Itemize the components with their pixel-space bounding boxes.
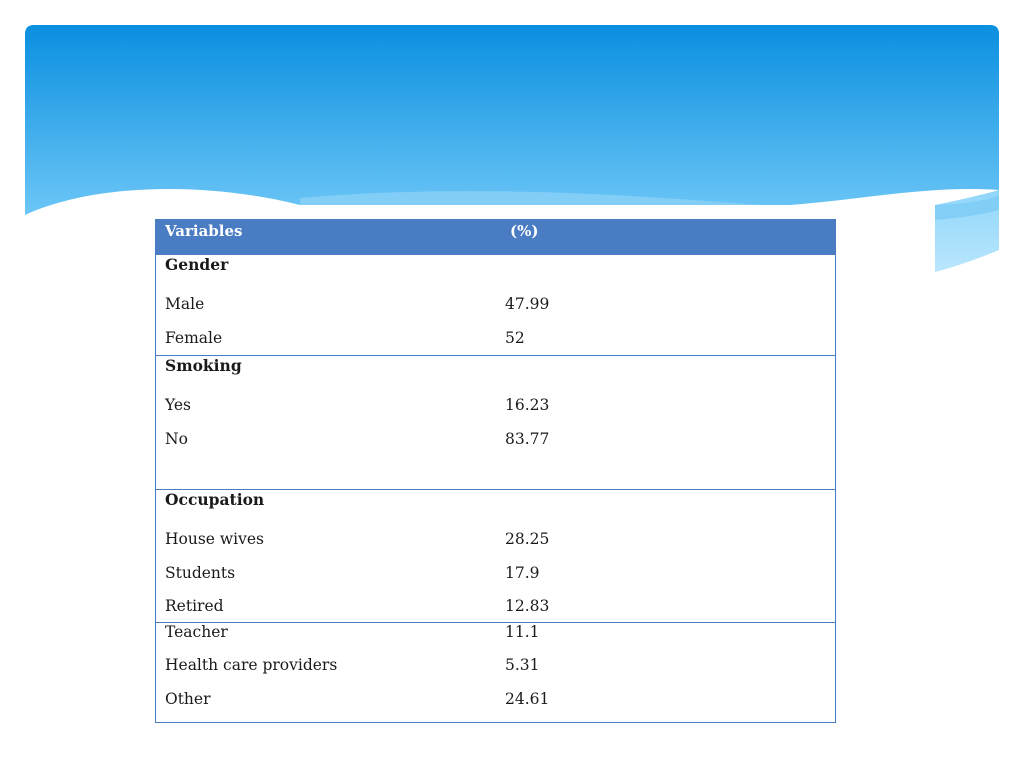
header-percent: (%): [510, 222, 539, 240]
group-title: Occupation: [165, 490, 265, 509]
row-label: Yes: [165, 396, 192, 415]
group-title: Gender: [165, 255, 229, 274]
table-row: Female 52: [156, 322, 835, 355]
row-value: 24.61: [505, 689, 550, 708]
row-label: Retired: [165, 597, 224, 616]
table-row: Yes 16.23: [156, 389, 835, 422]
row-label: Teacher: [165, 623, 228, 641]
row-label: No: [165, 429, 188, 448]
table-row: Other 24.61: [156, 690, 835, 723]
group-smoking: Smoking Yes 16.23 No 83.77: [156, 356, 835, 490]
row-value: 83.77: [505, 429, 550, 448]
table-row: House wives 28.25: [156, 523, 835, 556]
group-heading: Occupation: [156, 490, 835, 523]
row-value: 47.99: [505, 295, 550, 314]
header-variables: Variables: [165, 222, 243, 240]
group-gender: Gender Male 47.99 Female 52: [156, 255, 835, 356]
row-label: Other: [165, 689, 211, 708]
row-label: Health care providers: [165, 656, 338, 675]
row-label: House wives: [165, 530, 264, 549]
row-label: Students: [165, 563, 236, 582]
row-value: 11.1: [505, 623, 540, 641]
slide: Variables (%) Gender Male 47.99 Female 5…: [0, 0, 1024, 768]
row-value: 12.83: [505, 597, 550, 616]
row-value: 16.23: [505, 396, 550, 415]
table-row: Health care providers 5.31: [156, 656, 835, 689]
group-occupation: Occupation House wives 28.25 Students 17…: [156, 490, 835, 623]
demographics-table: Variables (%) Gender Male 47.99 Female 5…: [155, 219, 836, 723]
table-header-row: Variables (%): [156, 220, 835, 255]
table-row: Teacher 11.1: [156, 623, 835, 656]
table-row: Students 17.9: [156, 557, 835, 590]
row-label: Female: [165, 328, 223, 347]
row-value: 28.25: [505, 530, 550, 549]
row-value: 52: [505, 328, 525, 347]
table-row: No 83.77: [156, 423, 835, 456]
row-value: 17.9: [505, 563, 540, 582]
table-row: Retired 12.83: [156, 590, 835, 623]
row-label: Male: [165, 295, 205, 314]
group-title: Smoking: [165, 356, 242, 375]
group-heading: Gender: [156, 255, 835, 288]
table-row: Male 47.99: [156, 288, 835, 321]
group-heading: Smoking: [156, 356, 835, 389]
group-occupation-continued: Teacher 11.1 Health care providers 5.31 …: [156, 623, 835, 722]
row-value: 5.31: [505, 656, 540, 675]
